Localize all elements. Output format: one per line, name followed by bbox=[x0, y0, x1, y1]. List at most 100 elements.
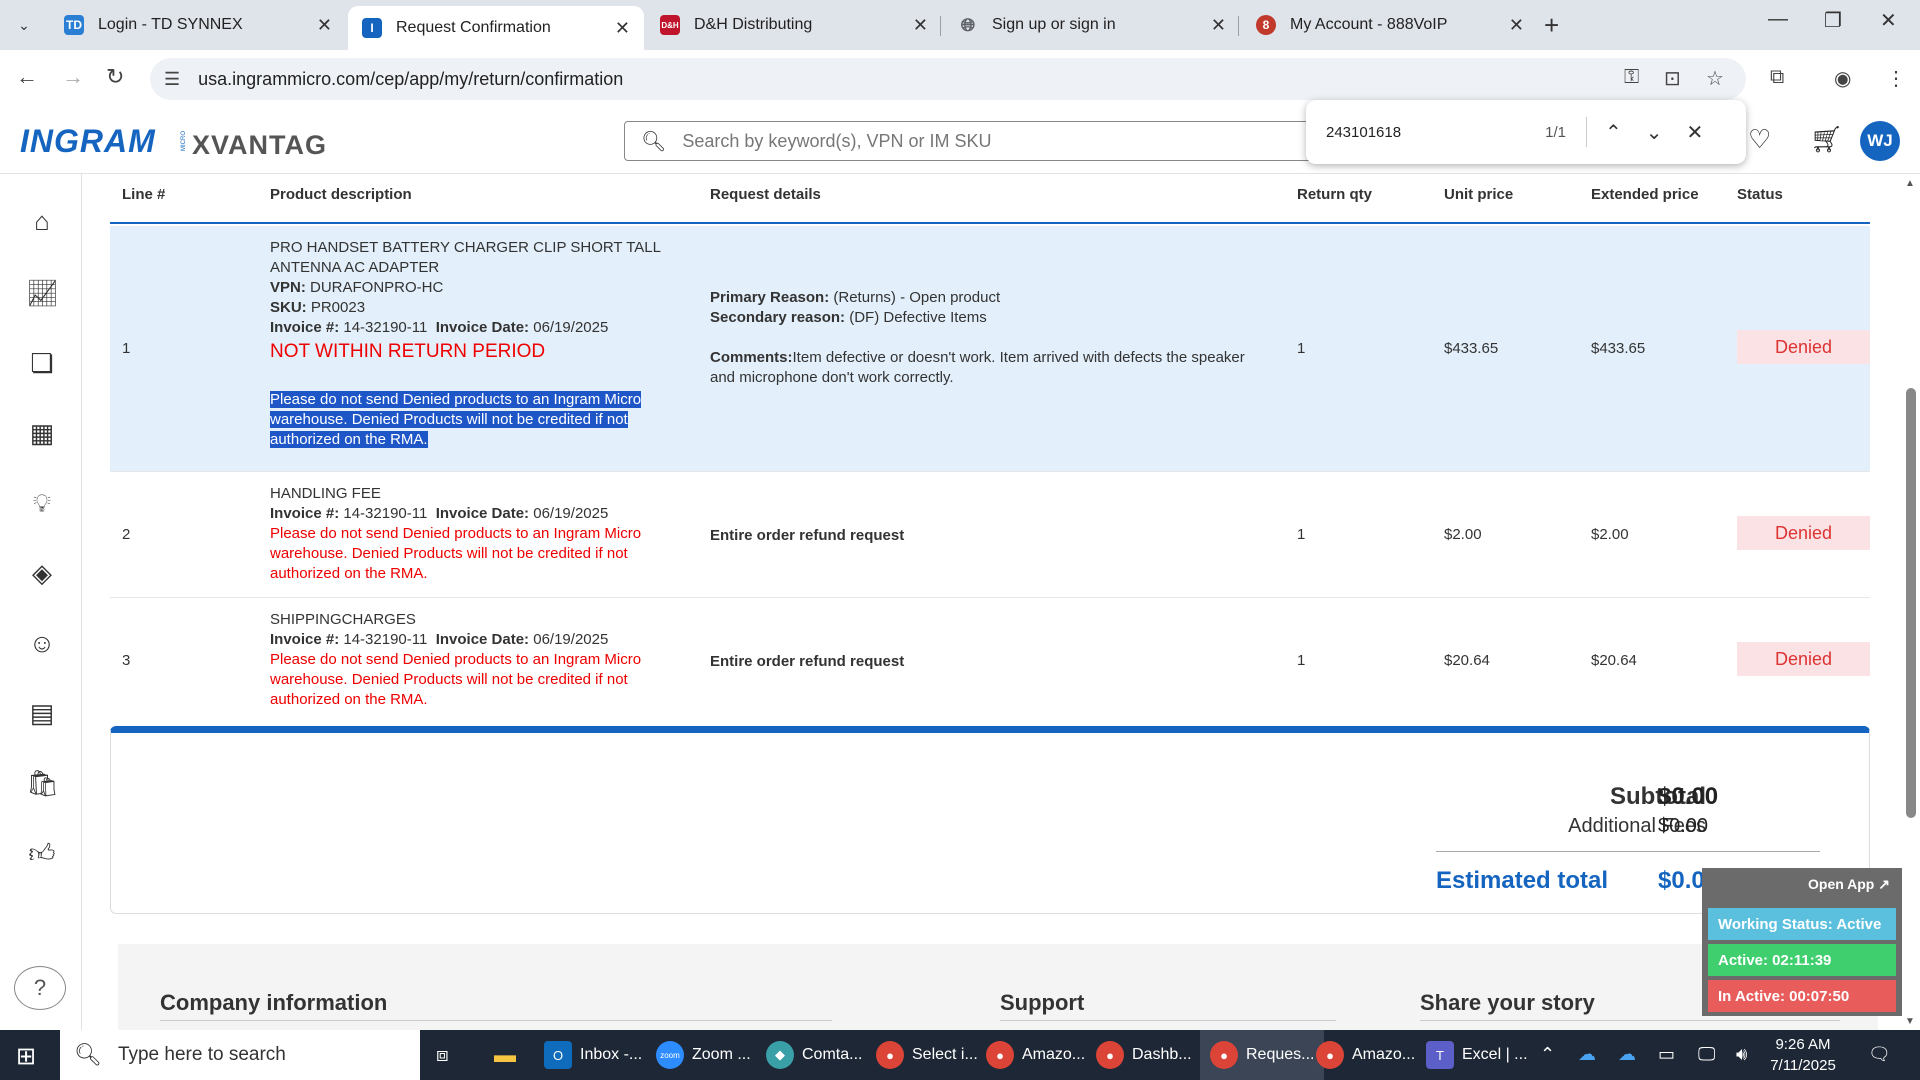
minimize-icon[interactable]: — bbox=[1768, 8, 1788, 31]
tab-td-synnex[interactable]: TD Login - TD SYNNEX ✕ bbox=[50, 6, 346, 44]
product-description: SHIPPINGCHARGES Invoice #: 14-32190-11 I… bbox=[270, 610, 670, 710]
taskbar-search-input[interactable]: 🔍︎ Type here to search bbox=[60, 1030, 420, 1080]
notifications-icon[interactable]: 🗨︎ bbox=[1868, 1044, 1891, 1065]
find-query-input[interactable]: 243101618 bbox=[1326, 124, 1526, 141]
volume-icon[interactable]: 🔊︎ bbox=[1736, 1044, 1747, 1065]
taskbar-item-zoom[interactable]: zoom Zoom ... bbox=[656, 1030, 751, 1080]
selected-warning-text: Please do not send Denied products to an… bbox=[270, 391, 642, 448]
layers-icon[interactable]: ◈ bbox=[26, 558, 58, 589]
url-field[interactable]: ☰ usa.ingrammicro.com/cep/app/my/return/… bbox=[150, 58, 1746, 100]
active-timer: Active: 02:11:39 bbox=[1708, 944, 1896, 976]
key-icon[interactable]: ⚿ bbox=[1624, 66, 1639, 89]
tab-sign-in[interactable]: 🌐︎ Sign up or sign in ✕ bbox=[944, 6, 1240, 44]
header-status: Status bbox=[1737, 186, 1783, 203]
logo-graphic: INGRAM MICRO XVANTAGE bbox=[20, 123, 345, 160]
taskbar-clock[interactable]: 9:26 AM 7/11/2025 bbox=[1758, 1034, 1848, 1076]
windows-start-icon[interactable]: ⊞ bbox=[16, 1042, 36, 1071]
close-tab-icon[interactable]: ✕ bbox=[1211, 15, 1226, 36]
status-badge: Denied bbox=[1737, 330, 1870, 364]
working-status: Working Status: Active bbox=[1708, 908, 1896, 940]
find-close-icon[interactable]: ✕ bbox=[1687, 120, 1704, 145]
tab-separator bbox=[1238, 16, 1239, 36]
find-previous-icon[interactable]: ⌃ bbox=[1605, 120, 1622, 145]
favorites-heart-icon[interactable]: ♡ bbox=[1748, 124, 1771, 155]
catalog-icon[interactable]: ❏ bbox=[26, 348, 58, 379]
site-info-icon[interactable]: ☰ bbox=[164, 69, 180, 90]
new-tab-icon[interactable]: + bbox=[1544, 10, 1559, 41]
task-view-icon[interactable]: ⧈ bbox=[436, 1030, 449, 1080]
taskbar-item-teams[interactable]: T Excel | ... bbox=[1426, 1030, 1528, 1080]
help-icon[interactable]: ? bbox=[14, 966, 66, 1010]
onedrive-sync-icon[interactable]: ☁ bbox=[1618, 1044, 1636, 1065]
onedrive-icon[interactable]: ☁ bbox=[1578, 1044, 1596, 1065]
taskbar-item-chrome-active[interactable]: ● Reques... bbox=[1200, 1030, 1325, 1080]
find-in-page-bar: 243101618 1/1 ⌃ ⌄ ✕ bbox=[1306, 100, 1746, 164]
close-tab-icon[interactable]: ✕ bbox=[317, 15, 332, 36]
tab-search-dropdown-icon[interactable]: ⌄ bbox=[10, 12, 38, 38]
store-icon[interactable]: ▦ bbox=[26, 418, 58, 449]
tab-request-confirmation[interactable]: I Request Confirmation ✕ bbox=[348, 6, 644, 50]
primary-reason-label: Primary Reason: bbox=[710, 289, 830, 306]
open-app-link[interactable]: Open App ↗ bbox=[1808, 876, 1890, 893]
network-icon[interactable]: 🖵︎ bbox=[1698, 1044, 1715, 1065]
calendar-icon[interactable]: ▤ bbox=[26, 698, 58, 729]
taskbar-item-chrome[interactable]: ● Select i... bbox=[876, 1030, 978, 1080]
scroll-up-icon[interactable]: ▲ bbox=[1905, 178, 1915, 189]
thumbs-up-icon[interactable]: 👍︎ bbox=[26, 838, 58, 869]
invoice-label: Invoice #: bbox=[270, 505, 340, 522]
close-tab-icon[interactable]: ✕ bbox=[913, 15, 928, 36]
tab-888voip[interactable]: 8 My Account - 888VoIP ✕ bbox=[1242, 6, 1538, 44]
invoice-value: 14-32190-11 bbox=[343, 319, 428, 336]
scroll-down-icon[interactable]: ▼ bbox=[1905, 1016, 1915, 1027]
product-search-input[interactable]: 🔍︎ Search by keyword(s), VPN or IM SKU bbox=[624, 121, 1324, 161]
home-icon[interactable]: ⌂ bbox=[26, 206, 58, 237]
tab-dh-distributing[interactable]: D&H D&H Distributing ✕ bbox=[646, 6, 942, 44]
header-extended-price: Extended price bbox=[1591, 186, 1699, 203]
taskbar-item-label: Amazo... bbox=[1352, 1046, 1416, 1063]
taskbar-item-chrome[interactable]: ● Amazo... bbox=[1316, 1030, 1415, 1080]
additional-fees-value: $0.00 bbox=[1658, 815, 1709, 837]
analytics-icon[interactable]: 📈︎ bbox=[26, 278, 59, 309]
show-hidden-icons-icon[interactable]: ⌃ bbox=[1540, 1044, 1555, 1065]
taskbar-item-outlook[interactable]: O Inbox -... bbox=[544, 1030, 642, 1080]
tab-separator bbox=[940, 16, 941, 36]
taskbar-item-label: Amazo... bbox=[1022, 1046, 1086, 1063]
find-next-icon[interactable]: ⌄ bbox=[1646, 120, 1663, 145]
chrome-icon: ● bbox=[876, 1041, 904, 1069]
extensions-icon[interactable]: ⧉ bbox=[1770, 66, 1784, 89]
invoice-date-label: Invoice Date: bbox=[435, 319, 530, 336]
return-period-warning: NOT WITHIN RETURN PERIOD bbox=[270, 341, 546, 362]
menu-icon[interactable]: ⋮ bbox=[1886, 66, 1906, 91]
bookmark-star-icon[interactable]: ☆ bbox=[1706, 66, 1724, 91]
outlook-icon: O bbox=[544, 1041, 572, 1069]
invoice-line: Invoice #: 14-32190-11 Invoice Date: 06/… bbox=[270, 318, 670, 338]
close-window-icon[interactable]: ✕ bbox=[1880, 8, 1897, 33]
lightbulb-icon[interactable]: 💡︎ bbox=[26, 488, 58, 520]
shopping-bag-icon[interactable]: 🛍︎ bbox=[26, 768, 59, 799]
battery-icon[interactable]: ▭ bbox=[1658, 1044, 1675, 1065]
back-icon[interactable]: ← bbox=[16, 64, 38, 90]
taskbar-item-comta[interactable]: ◆ Comta... bbox=[766, 1030, 862, 1080]
scrollbar-thumb[interactable] bbox=[1906, 388, 1916, 818]
cart-icon[interactable]: 🛒︎ bbox=[1810, 124, 1843, 155]
profile-icon[interactable]: ◉ bbox=[1834, 66, 1851, 91]
invoice-value: 14-32190-11 bbox=[343, 631, 428, 648]
restore-icon[interactable]: ❐ bbox=[1824, 8, 1842, 33]
user-avatar[interactable]: WJ bbox=[1860, 121, 1900, 161]
forward-icon[interactable]: → bbox=[62, 64, 84, 90]
close-tab-icon[interactable]: ✕ bbox=[1509, 15, 1524, 36]
reload-icon[interactable]: ↻ bbox=[106, 64, 124, 90]
file-explorer-icon[interactable]: ▬ bbox=[494, 1030, 516, 1080]
support-agent-icon[interactable]: ☺ bbox=[26, 628, 58, 659]
taskbar-item-chrome[interactable]: ● Dashb... bbox=[1096, 1030, 1192, 1080]
product-description: PRO HANDSET BATTERY CHARGER CLIP SHORT T… bbox=[270, 238, 670, 450]
taskbar-item-chrome[interactable]: ● Amazo... bbox=[986, 1030, 1085, 1080]
find-in-page-icon[interactable]: ⊡ bbox=[1664, 66, 1681, 91]
find-divider bbox=[1586, 117, 1587, 147]
taskbar-item-label: Select i... bbox=[912, 1046, 978, 1063]
ingram-xvantage-logo[interactable]: INGRAM MICRO XVANTAGE bbox=[20, 123, 345, 163]
product-name: HANDLING FEE bbox=[270, 485, 381, 502]
close-tab-icon[interactable]: ✕ bbox=[615, 18, 630, 39]
request-details: Primary Reason: (Returns) - Open product… bbox=[710, 288, 1270, 388]
chrome-icon: ● bbox=[986, 1041, 1014, 1069]
